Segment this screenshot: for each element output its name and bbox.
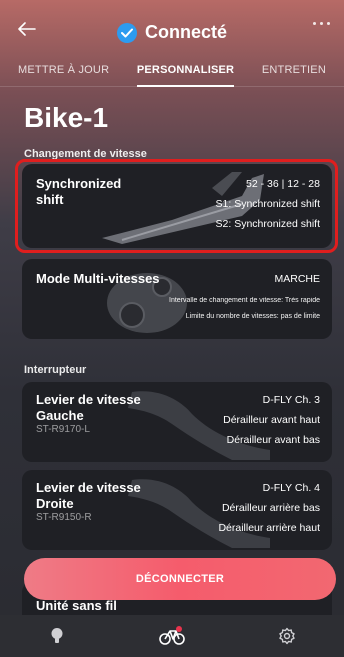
tab-customize[interactable]: PERSONNALISER bbox=[136, 58, 235, 87]
bottom-nav bbox=[0, 615, 344, 657]
check-icon bbox=[116, 22, 137, 43]
multi-shift-card[interactable]: Mode Multi-vitesses MARCHE Intervalle de… bbox=[22, 259, 332, 339]
divider bbox=[0, 86, 344, 87]
notification-badge bbox=[175, 626, 182, 632]
gear-icon bbox=[278, 627, 295, 645]
tab-update[interactable]: METTRE À JOUR bbox=[18, 58, 109, 86]
left-lever-title: Levier de vitesse Gauche bbox=[36, 392, 141, 423]
disconnect-button[interactable]: DÉCONNECTER bbox=[24, 558, 336, 600]
left-lever-model: ST-R9170-L bbox=[36, 424, 90, 435]
right-lever-values: D-FLY Ch. 4 Dérailleur arrière bas Dérai… bbox=[218, 482, 320, 534]
header: Connecté bbox=[0, 0, 344, 58]
more-menu-button[interactable] bbox=[307, 22, 336, 34]
nav-item-settings[interactable] bbox=[267, 616, 307, 656]
multi-shift-status: MARCHE bbox=[274, 273, 320, 285]
right-lever-model: ST-R9150-R bbox=[36, 512, 92, 523]
left-lever-card[interactable]: Levier de vitesse Gauche ST-R9170-L D-FL… bbox=[22, 382, 332, 462]
multi-shift-details: Intervalle de changement de vitesse: Trè… bbox=[169, 297, 320, 320]
tab-bar: METTRE À JOUR PERSONNALISER ENTRETIEN bbox=[0, 58, 344, 87]
selection-highlight bbox=[15, 159, 338, 253]
right-lever-title: Levier de vitesse Droite bbox=[36, 480, 141, 511]
lightbulb-icon bbox=[51, 628, 63, 643]
nav-item-bike[interactable] bbox=[152, 616, 192, 656]
page-title: Bike-1 bbox=[24, 102, 109, 133]
nav-item-tips[interactable] bbox=[37, 616, 77, 656]
tab-maintenance[interactable]: ENTRETIEN bbox=[262, 58, 326, 86]
left-lever-values: D-FLY Ch. 3 Dérailleur avant haut Dérail… bbox=[223, 394, 320, 446]
status-text: Connecté bbox=[144, 22, 227, 42]
multi-shift-title: Mode Multi-vitesses bbox=[36, 271, 160, 286]
more-dots-icon bbox=[313, 22, 316, 25]
connection-status: Connecté bbox=[0, 22, 344, 43]
right-lever-card[interactable]: Levier de vitesse Droite ST-R9150-R D-FL… bbox=[22, 470, 332, 550]
section-label-switch: Interrupteur bbox=[24, 364, 87, 376]
wireless-unit-title: Unité sans fil bbox=[36, 598, 117, 613]
